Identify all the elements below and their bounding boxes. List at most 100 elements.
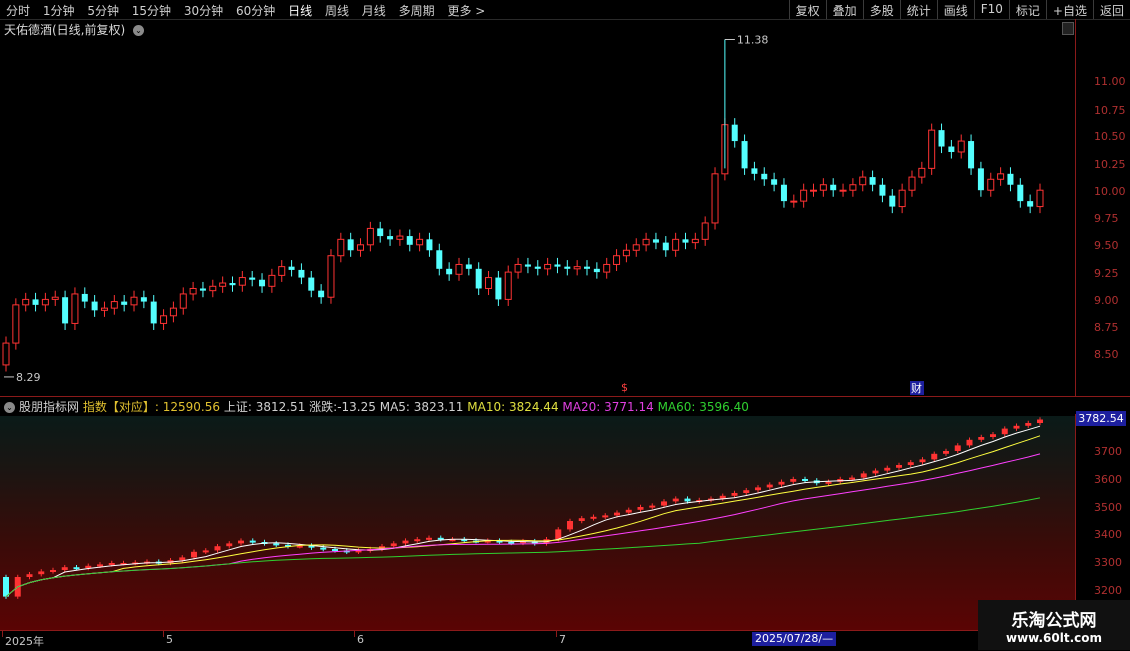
candle-down bbox=[751, 168, 758, 174]
index-candle-up bbox=[661, 501, 667, 506]
draw-line-button[interactable]: 画线 bbox=[936, 0, 974, 19]
tab-period-multi[interactable]: 多周期 bbox=[399, 4, 435, 18]
top-toolbar: 分时 1分钟 5分钟 15分钟 30分钟 60分钟 日线 周线 月线 多周期 更… bbox=[0, 0, 1130, 20]
chevron-down-icon[interactable]: ⌄ bbox=[4, 402, 15, 413]
index-candle-up bbox=[202, 550, 209, 553]
candle-down bbox=[652, 239, 659, 243]
candle-down bbox=[1017, 184, 1024, 202]
tab-period-weekly[interactable]: 周线 bbox=[325, 4, 349, 18]
candle-up bbox=[12, 304, 20, 344]
price-tick: 10.50 bbox=[1094, 130, 1126, 143]
candle-up bbox=[416, 238, 424, 246]
candle-up bbox=[160, 315, 168, 324]
ma20-label: MA20: bbox=[562, 400, 601, 414]
index-candle-up bbox=[954, 445, 961, 451]
candle-up bbox=[987, 178, 995, 191]
index-candle-up bbox=[214, 546, 221, 551]
candle-down bbox=[259, 279, 266, 287]
candle-down bbox=[308, 277, 315, 291]
candle-down bbox=[150, 301, 157, 324]
price-tick: 9.50 bbox=[1094, 239, 1119, 252]
candle-up bbox=[603, 263, 611, 273]
candle-down bbox=[741, 141, 748, 169]
candle-up bbox=[2, 342, 10, 366]
candle-down bbox=[495, 277, 502, 300]
tab-period-15min[interactable]: 15分钟 bbox=[132, 4, 171, 18]
candle-up bbox=[41, 298, 49, 306]
tab-period-more[interactable]: 更多 > bbox=[447, 4, 485, 18]
tab-period-30min[interactable]: 30分钟 bbox=[184, 4, 223, 18]
index-candle-up bbox=[97, 564, 103, 567]
ma5-value: 3823.11 bbox=[413, 400, 464, 414]
candle-down bbox=[249, 277, 256, 280]
tab-period-60min[interactable]: 60分钟 bbox=[236, 4, 275, 18]
price-tick: 11.00 bbox=[1094, 75, 1126, 88]
candle-up bbox=[209, 285, 217, 292]
index-candle-up bbox=[966, 439, 973, 446]
ma60-label: MA60: bbox=[657, 400, 696, 414]
add-watchlist-button[interactable]: +自选 bbox=[1045, 0, 1093, 19]
tab-period-daily[interactable]: 日线 bbox=[288, 4, 312, 18]
candle-down bbox=[406, 236, 413, 245]
candle-up bbox=[189, 287, 197, 295]
watermark-title: 乐淘公式网 bbox=[1011, 611, 1097, 631]
mark-button[interactable]: 标记 bbox=[1008, 0, 1046, 19]
candle-up bbox=[544, 263, 552, 270]
indicator-name: 股朋指标网 bbox=[19, 400, 80, 414]
index-candle-down bbox=[332, 549, 338, 551]
index-candle-up bbox=[790, 479, 797, 482]
index-candle-up bbox=[1013, 425, 1020, 429]
change-label: 涨跌: bbox=[309, 400, 338, 414]
candlestick-chart: 11.38 8.29 $ 财 bbox=[2, 34, 1044, 395]
index-candle-down bbox=[3, 577, 9, 597]
candle-down bbox=[91, 301, 98, 311]
candle-up bbox=[672, 238, 680, 251]
candle-down bbox=[682, 239, 689, 243]
index-candle-up bbox=[825, 481, 832, 484]
index-candle-up bbox=[238, 540, 244, 544]
financial-report-mark: 财 bbox=[911, 381, 922, 395]
index-candle-down bbox=[249, 540, 256, 543]
tab-period-fenshi[interactable]: 分时 bbox=[6, 4, 30, 18]
index-candle-down bbox=[684, 498, 691, 502]
panel-divider bbox=[0, 396, 1130, 397]
candle-up bbox=[1036, 189, 1044, 208]
watermark: 乐淘公式网 www.60lt.com bbox=[978, 600, 1130, 650]
back-button[interactable]: 返回 bbox=[1092, 0, 1130, 19]
price-tick: 9.25 bbox=[1094, 267, 1119, 280]
f10-button[interactable]: F10 bbox=[973, 0, 1009, 19]
index-candle-up bbox=[625, 509, 632, 513]
candle-down bbox=[889, 195, 896, 207]
multi-stock-button[interactable]: 多股 bbox=[862, 0, 900, 19]
candle-up bbox=[711, 173, 719, 224]
candle-up bbox=[455, 263, 463, 275]
tab-period-5min[interactable]: 5分钟 bbox=[87, 4, 119, 18]
overlay-button[interactable]: 叠加 bbox=[825, 0, 863, 19]
index-candle-up bbox=[50, 570, 56, 572]
index-candle-up bbox=[755, 487, 761, 491]
candle-up bbox=[130, 296, 138, 306]
indicator-tick: 3300 bbox=[1094, 556, 1122, 569]
restore-rights-button[interactable]: 复权 bbox=[788, 0, 826, 19]
candle-up bbox=[485, 277, 493, 289]
ma20-line bbox=[5, 453, 1041, 597]
tab-period-1min[interactable]: 1分钟 bbox=[43, 4, 75, 18]
tab-period-monthly[interactable]: 月线 bbox=[362, 4, 386, 18]
ma60-line bbox=[5, 497, 1041, 597]
statistics-button[interactable]: 统计 bbox=[899, 0, 937, 19]
candle-up bbox=[514, 263, 522, 273]
index-candle-up bbox=[766, 484, 773, 488]
index-candle-up bbox=[578, 518, 585, 521]
ma10-value: 3824.44 bbox=[508, 400, 559, 414]
candle-up bbox=[632, 244, 640, 251]
candle-up bbox=[898, 189, 906, 208]
candle-up bbox=[51, 296, 59, 300]
candle-down bbox=[879, 184, 886, 196]
candle-up bbox=[839, 189, 847, 192]
candle-up bbox=[957, 140, 965, 153]
candle-down bbox=[524, 264, 531, 267]
change-value: -13.25 bbox=[337, 400, 376, 414]
index-candle-up bbox=[990, 434, 996, 437]
index-candle-up bbox=[602, 515, 609, 518]
price-tick: 9.00 bbox=[1094, 294, 1119, 307]
